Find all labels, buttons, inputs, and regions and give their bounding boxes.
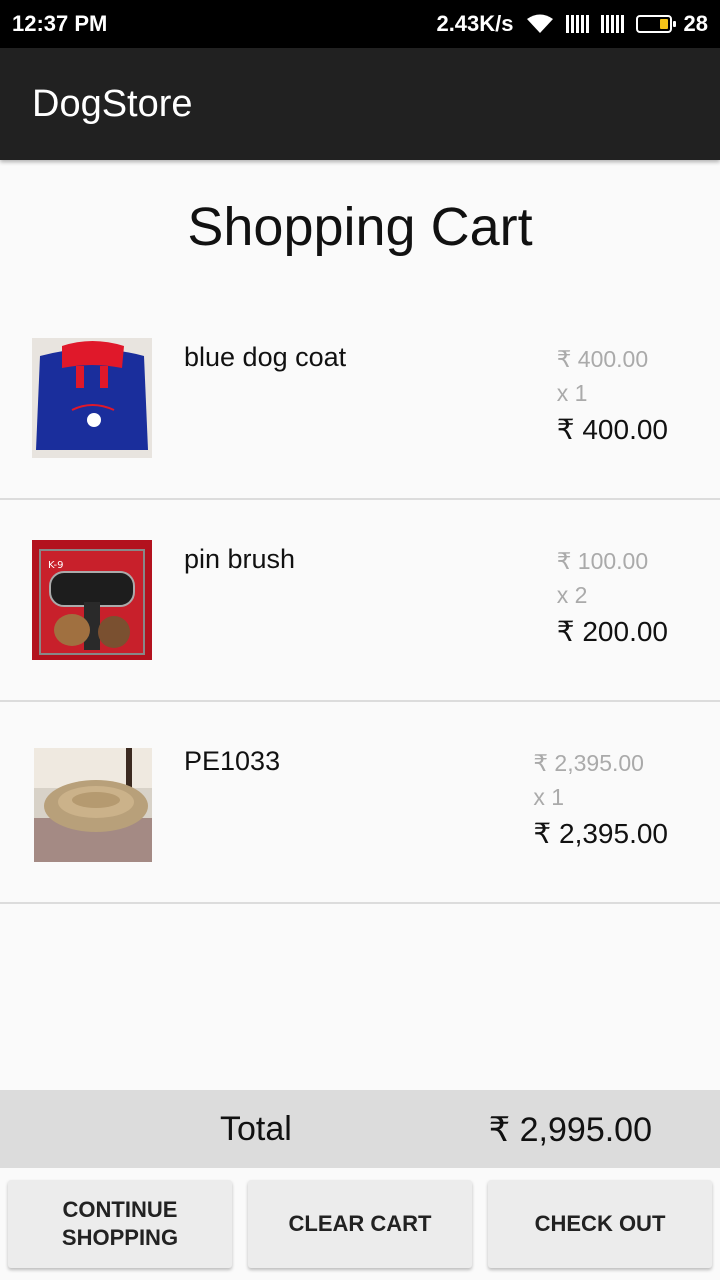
check-out-button[interactable]: CHECK OUT (488, 1180, 712, 1268)
wifi-icon (526, 14, 553, 33)
continue-label-line2: SHOPPING (61, 1225, 179, 1250)
pin-brush-image: K-9 (32, 540, 152, 660)
item-name: pin brush (184, 544, 296, 574)
continue-shopping-button[interactable]: CONTINUE SHOPPING (8, 1180, 232, 1268)
clear-cart-button[interactable]: CLEAR CART (248, 1180, 472, 1268)
signal-icon-2 (600, 15, 624, 33)
total-bar: Total ₹ 2,995.00 (0, 1090, 720, 1168)
battery-icon (635, 15, 676, 33)
app-title: DogStore (32, 82, 193, 125)
status-time: 12:37 PM (12, 11, 108, 36)
line-total: ₹ 2,395.00 (533, 818, 668, 849)
svg-text:K-9: K-9 (48, 560, 63, 571)
total-label: Total (220, 1110, 292, 1148)
dog-bed-image (34, 748, 152, 862)
battery-level: 28 (683, 11, 708, 36)
signal-icon (565, 15, 589, 33)
unit-price: ₹ 2,395.00 (533, 750, 644, 776)
cart-list: blue dog coat ₹ 400.00 x 1 ₹ 400.00 K-9 … (0, 298, 720, 904)
page-title: Shopping Cart (187, 197, 533, 257)
item-quantity: x 2 (556, 582, 588, 608)
blue-dog-coat-image (32, 338, 152, 458)
cart-item[interactable]: PE1033 ₹ 2,395.00 x 1 ₹ 2,395.00 (0, 702, 720, 904)
unit-price: ₹ 400.00 (556, 346, 649, 372)
total-value: ₹ 2,995.00 (488, 1111, 652, 1149)
cart-item[interactable]: K-9 pin brush ₹ 100.00 x 2 ₹ 200.00 (0, 500, 720, 702)
item-quantity: x 1 (533, 784, 565, 810)
price-column: ₹ 2,395.00 x 1 ₹ 2,395.00 (533, 746, 668, 852)
status-bar: 12:37 PM 2.43K/s 28 (0, 0, 720, 48)
action-buttons: CONTINUE SHOPPING CLEAR CART CHECK OUT (0, 1168, 720, 1280)
item-quantity: x 1 (556, 380, 588, 406)
continue-label-line1: CONTINUE (62, 1197, 178, 1222)
cart-item[interactable]: blue dog coat ₹ 400.00 x 1 ₹ 400.00 (0, 298, 720, 500)
continue-shopping-label: CONTINUE SHOPPING (62, 1196, 178, 1252)
line-total: ₹ 200.00 (556, 616, 668, 647)
line-total: ₹ 400.00 (556, 414, 668, 445)
app-bar: DogStore (0, 48, 720, 160)
item-name: PE1033 (184, 746, 281, 776)
price-column: ₹ 400.00 x 1 ₹ 400.00 (557, 342, 668, 448)
item-name: blue dog coat (184, 342, 347, 372)
price-column: ₹ 100.00 x 2 ₹ 200.00 (557, 544, 668, 650)
unit-price: ₹ 100.00 (556, 548, 649, 574)
network-speed: 2.43K/s (436, 11, 514, 36)
